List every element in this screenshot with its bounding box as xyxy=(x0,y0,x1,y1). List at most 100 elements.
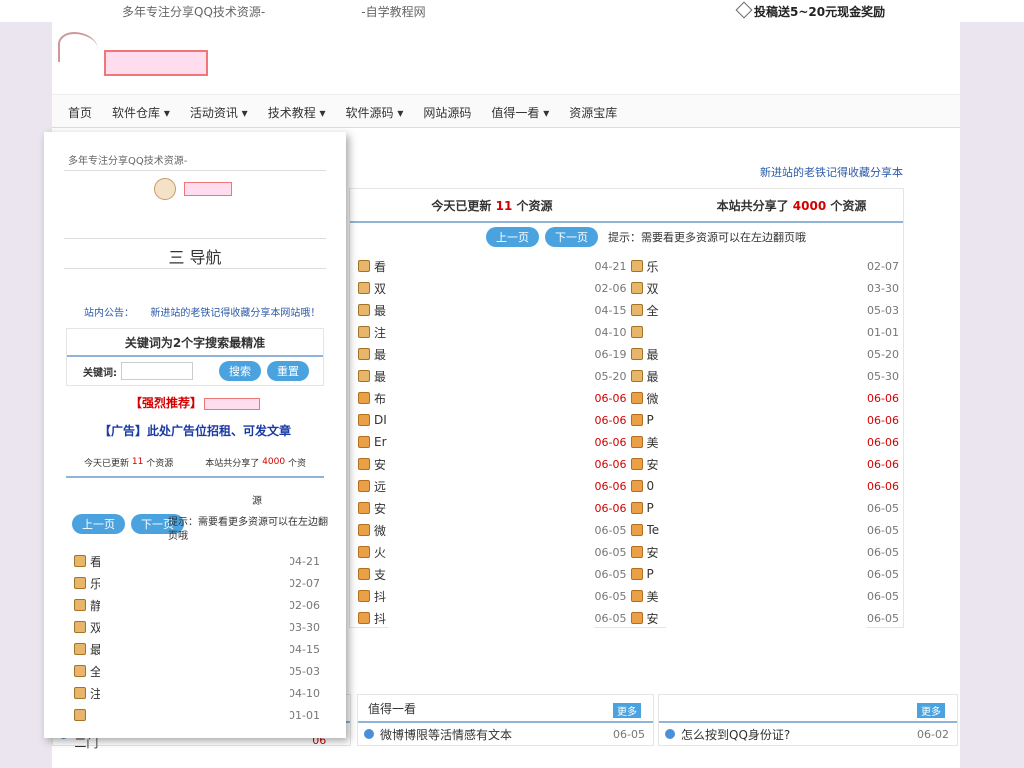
item-date: 03-30 xyxy=(288,620,320,634)
tagline-right: -自学教程网 xyxy=(361,5,426,19)
site-logo[interactable] xyxy=(58,32,208,84)
item-date: 06-05 xyxy=(867,501,899,515)
prev-page-button[interactable]: 上一页 xyxy=(486,227,539,247)
book-icon xyxy=(358,568,370,580)
nav-item[interactable]: 技术教程 ▾ xyxy=(268,104,326,121)
nav-item[interactable]: 首页 xyxy=(68,104,92,121)
nav-item[interactable]: 值得一看 ▾ xyxy=(491,104,549,121)
item-date: 06-06 xyxy=(867,457,899,471)
book-icon xyxy=(358,392,370,404)
logo-ears xyxy=(58,32,98,62)
next-page-button[interactable]: 下一页 xyxy=(545,227,598,247)
thumb-icon xyxy=(358,326,370,338)
today-count: 11 xyxy=(495,198,513,213)
nav-drawer: 多年专注分享QQ技术资源- 三 导航 站内公告： 新进站的老铁记得收藏分享本网站… xyxy=(44,132,346,738)
contribute-label: 投稿送5~20元现金奖励 xyxy=(754,5,886,19)
keyword-input[interactable] xyxy=(121,362,193,380)
thumb-icon xyxy=(630,370,643,382)
recommend-banner[interactable]: 【强烈推荐】 xyxy=(44,394,346,411)
nav-item[interactable]: 软件仓库 ▾ xyxy=(112,104,170,121)
bottom-box-right: 更多 怎么按到QQ身份证? 06-02 xyxy=(658,694,958,746)
recommend-redacted xyxy=(204,397,260,410)
list-item[interactable]: 怎么按到QQ身份证? 06-02 xyxy=(659,723,957,745)
item-date: 06-06 xyxy=(594,479,627,493)
total-shared: 本站共分享了 4000 个资源 xyxy=(716,198,867,213)
thumb-icon xyxy=(630,260,643,272)
item-date: 06-06 xyxy=(594,435,627,449)
book-icon xyxy=(358,502,370,514)
book-icon xyxy=(630,590,643,602)
drawer-today-updated: 今天已更新 11 个资源 本站共分享了 4000 个资 xyxy=(66,448,324,478)
item-date: 06-06 xyxy=(594,413,627,427)
thumb-icon xyxy=(358,260,370,272)
top-bar: 多年专注分享QQ技术资源- -自学教程网 投稿送5~20元现金奖励 xyxy=(0,0,1024,22)
drawer-tagline: 多年专注分享QQ技术资源- xyxy=(68,156,188,167)
pager-hint: 提示：需要看更多资源可以在左边翻页哦 xyxy=(608,231,806,244)
resource-panel: 今天已更新 11 个资源 本站共分享了 4000 个资源 上一页 下一页 提示：… xyxy=(349,188,904,629)
book-icon xyxy=(630,546,643,558)
nav-item[interactable]: 活动资讯 ▾ xyxy=(190,104,248,121)
nav-list: 首页 软件仓库 ▾ 活动资讯 ▾ 技术教程 ▾ 软件源码 ▾ 网站源码 值得一看 ▾ 资源宝库 xyxy=(52,95,960,129)
thumb-icon xyxy=(74,687,86,699)
item-date: 06-06 xyxy=(867,391,899,405)
item-date: 06-06 xyxy=(594,391,627,405)
logo-redacted xyxy=(184,182,232,196)
thumb-icon xyxy=(630,326,643,338)
today-updated: 今天已更新 11 个资源 xyxy=(431,198,553,213)
item-date: 06-06 xyxy=(867,435,899,449)
nav-item[interactable]: 网站源码 xyxy=(423,104,471,121)
book-icon xyxy=(630,502,643,514)
more-button[interactable]: 更多 xyxy=(613,703,641,718)
header xyxy=(52,22,960,94)
book-icon xyxy=(630,524,643,536)
item-date: 06-06 xyxy=(867,479,899,493)
contribute-link[interactable]: 投稿送5~20元现金奖励 xyxy=(735,1,886,20)
thumb-icon xyxy=(74,577,86,589)
book-icon xyxy=(630,612,643,624)
item-date: 06-06 xyxy=(594,457,627,471)
thumb-icon xyxy=(74,621,86,633)
ad-banner[interactable]: 【广告】此处广告位招租、可发文章 xyxy=(44,422,346,439)
drawer-logo[interactable] xyxy=(154,178,234,202)
item-date: 04-15 xyxy=(288,642,320,656)
book-icon xyxy=(358,546,370,558)
drawer-nav-title[interactable]: 三 导航 xyxy=(44,244,346,268)
more-button[interactable]: 更多 xyxy=(917,703,945,718)
book-icon xyxy=(358,436,370,448)
item-date: 02-07 xyxy=(288,576,320,590)
reset-button[interactable]: 重置 xyxy=(267,361,309,381)
pencil-icon xyxy=(735,1,753,19)
book-icon xyxy=(358,480,370,492)
item-date: 06-05 xyxy=(594,545,627,559)
search-row: 关键词: 搜索 重置 xyxy=(67,357,323,385)
item-date: 04-21 xyxy=(594,259,627,273)
thumb-icon xyxy=(74,709,86,721)
book-icon xyxy=(630,480,643,492)
nav-item[interactable]: 软件源码 ▾ xyxy=(346,104,404,121)
divider xyxy=(64,268,326,269)
book-icon xyxy=(358,590,370,602)
thumb-icon xyxy=(74,599,86,611)
item-date: 05-20 xyxy=(594,369,627,383)
item-date: 06-06 xyxy=(867,413,899,427)
list-item[interactable]: 微博博限等活情感有文本 06-05 xyxy=(358,723,653,745)
item-date: 04-21 xyxy=(288,554,320,568)
redaction-mask xyxy=(100,550,290,720)
search-title: 关键词为2个字搜索最精准 xyxy=(67,329,323,357)
item-date: 02-06 xyxy=(288,598,320,612)
item-date: 05-03 xyxy=(867,303,899,317)
item-date: 06-05 xyxy=(594,589,627,603)
logo-cat-icon xyxy=(154,178,176,200)
nav-item[interactable]: 资源宝库 xyxy=(569,104,617,121)
tagline-left: 多年专注分享QQ技术资源- xyxy=(122,5,266,19)
redaction-mask xyxy=(388,257,594,629)
drawer-prev-button[interactable]: 上一页 xyxy=(72,514,125,534)
book-icon xyxy=(630,568,643,580)
site-announcement: 站内公告： 新进站的老铁记得收藏分享本网站哦！ xyxy=(84,308,321,319)
book-icon xyxy=(630,392,643,404)
item-date: 05-03 xyxy=(288,664,320,678)
panel-pager: 上一页 下一页 提示：需要看更多资源可以在左边翻页哦 xyxy=(350,223,903,251)
notice-text: 新进站的老铁记得收藏分享本 xyxy=(760,166,903,179)
site-tagline: 多年专注分享QQ技术资源- -自学教程网 xyxy=(122,3,426,20)
search-button[interactable]: 搜索 xyxy=(219,361,261,381)
